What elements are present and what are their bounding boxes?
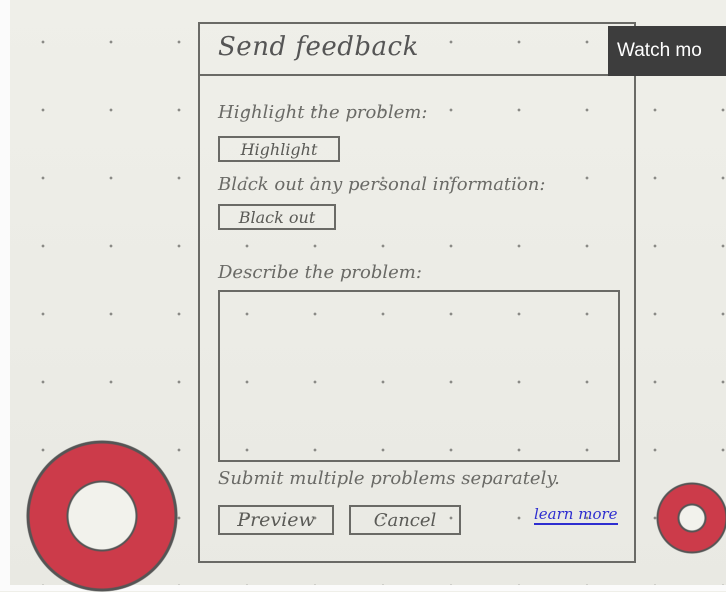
dialog-header: Send feedback <box>200 24 634 76</box>
red-donut-decoration-large <box>26 440 178 592</box>
blackout-button[interactable]: Black out <box>218 204 336 230</box>
feedback-dialog: Send feedback Highlight the problem: Hig… <box>198 22 636 563</box>
learn-more-link[interactable]: learn more <box>534 505 618 525</box>
watch-more-label: Watch mo <box>617 40 702 61</box>
hint-text: Submit multiple problems separately. <box>218 468 560 489</box>
preview-button[interactable]: Preview <box>218 505 334 535</box>
describe-label: Describe the problem: <box>218 262 422 283</box>
description-textarea[interactable] <box>218 290 620 462</box>
highlight-button[interactable]: Highlight <box>218 136 340 162</box>
cancel-button[interactable]: Cancel <box>349 505 461 535</box>
highlight-label: Highlight the problem: <box>218 102 428 123</box>
frame-left-edge <box>0 0 10 591</box>
red-donut-decoration-small <box>656 482 726 554</box>
dialog-title: Send feedback <box>218 32 419 62</box>
blackout-label: Black out any personal information: <box>218 174 546 195</box>
watch-more-button[interactable]: Watch mo <box>608 26 726 76</box>
